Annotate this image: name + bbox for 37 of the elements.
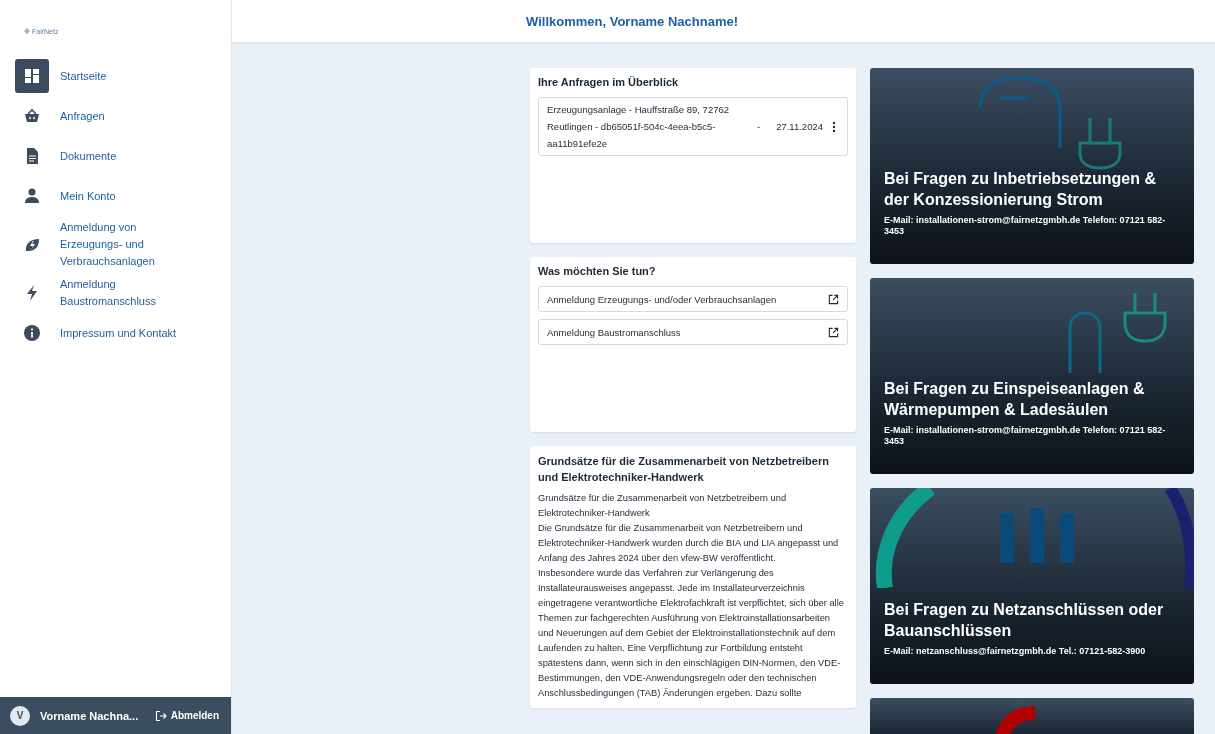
nav-item[interactable]: Mein Konto (15, 179, 231, 213)
external-link-icon (828, 326, 839, 338)
article-paragraph: Insbesondere wurde das Verfahren zur Verlängerung des Installateurausweises angepasst. Jede im Installateurverzeichnis eingetragene verantwortliche Elektrofachkraft ist verpflichtet, sich über alle Themen zur fachgerechten Ausführung von Elektroinstallationsarbeiten und Neuerungen auf dem Gebiet der Elektroinstallationstechnik auf dem Laufenden zu halten. Eine Verpflichtung zur Fortbildung entsteht spätestens dann, wenn sich in den einschlägigen DIN-Normen, den VDE-Bestimmungen, den VDE-Anwendungsregeln oder den technischen Anschlussbedingungen (TAB) Änderungen ergeben. Dazu sollte (538, 567, 845, 700)
basket-icon (23, 107, 41, 125)
contact-details: E-Mail: installationen-strom@fairnetzgmbh.de Telefon: 07121 582-3453 (884, 215, 1167, 237)
nav-item[interactable]: Startseite (15, 59, 231, 93)
contact-title: Bei Fragen zu Inbetriebsetzungen & der Konzessionierung Strom (884, 169, 1158, 210)
request-item[interactable]: Erzeugungsanlage - Hauffstraße 89, 72762 Reutlingen - db65051f-504c-4eea-b5c5-aa11b91efe2e - 27.11.2024 (538, 97, 848, 156)
separator: - (757, 121, 761, 132)
welcome-title: Willkommen, Vorname Nachname! (526, 13, 739, 29)
user-name: Vorname Nachna... (40, 709, 140, 722)
nav-item[interactable]: Anfragen (15, 99, 231, 133)
nav-item[interactable]: Dokumente (15, 139, 231, 173)
avatar: V (10, 705, 30, 726)
article-paragraph: Die Grundsätze für die Zusammenarbeit von Netzbetreibern und Elektrotechniker-Handwerk wurden durch die BIA und LIA angepasst und Anfang des Jahres 2024 über den vfew-BW veröffentlicht. (538, 522, 840, 565)
person-icon (23, 187, 41, 205)
contact-title: Bei Fragen zu Einspeiseanlagen & Wärmepumpen & Ladesäulen (884, 379, 1146, 420)
logout-button[interactable]: Abmelden (152, 707, 221, 724)
logout-icon (154, 709, 167, 722)
nav-item[interactable]: Impressum und Kontakt (15, 316, 231, 350)
logo-icon (24, 28, 30, 34)
action-link[interactable]: Anmeldung Baustromanschluss (538, 319, 848, 345)
contact-details: E-Mail: installationen-strom@fairnetzgmbh.de Telefon: 07121 582-3453 (884, 425, 1167, 447)
article-paragraph: Grundsätze für die Zusammenarbeit von Netzbetreibern und Elektrotechniker-Handwerk (538, 492, 788, 520)
card-title: Was möchten Sie tun? (538, 264, 657, 279)
dashboard-icon (23, 67, 41, 85)
contact-details: E-Mail: netzanschluss@fairnetzgmbh.de Tel.: 07121-582-3900 (884, 646, 1147, 657)
article-title: Grundsätze für die Zusammenarbeit von Netzbetreibern und Elektrotechniker-Handwerk (538, 454, 830, 485)
nav-item[interactable]: Anmeldung von Erzeugungs- und Verbrauchsanlagen (15, 219, 231, 270)
info-icon (23, 324, 41, 342)
card-title: Ihre Anfragen im Überblick (538, 75, 680, 90)
request-date: 27.11.2024 (776, 121, 823, 132)
action-link[interactable]: Anmeldung Erzeugungs- und/oder Verbrauchsanlagen (538, 286, 848, 312)
external-link-icon (828, 293, 839, 305)
request-title: Erzeugungsanlage - Hauffstraße 89, 72762 Reutlingen - db65051f-504c-4eea-b5c5-aa11b91efe2e (547, 103, 731, 151)
contact-title: Bei Fragen zu Netzanschlüssen oder Bauanschlüssen (884, 600, 1165, 641)
nav-item[interactable]: Anmeldung Baustromanschluss (15, 276, 231, 310)
